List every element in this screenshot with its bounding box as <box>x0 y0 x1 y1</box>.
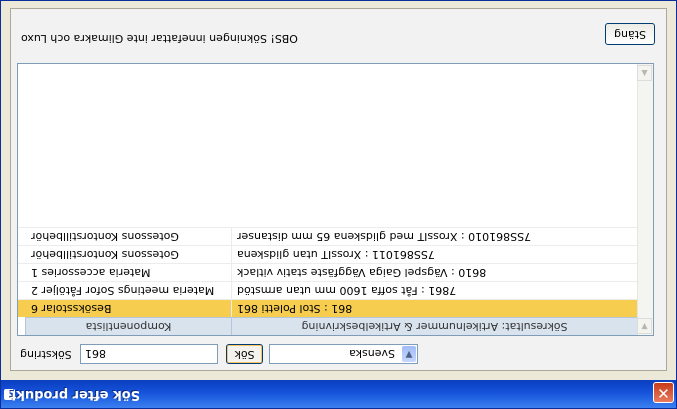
row-component: Materia accessories 1 <box>31 266 151 279</box>
results-grid: ▼ ▲ Sökresultat: Artikelnummer & Artikel… <box>17 63 654 336</box>
search-row: Sökstring 861 Sök Svenska ▼ <box>11 342 666 366</box>
grid-rows: 861 : Stol Poletti 861 Besöksstolar 6 78… <box>18 227 637 317</box>
row-result: 861 : Stol Poletti 861 <box>237 302 353 315</box>
chevron-down-icon[interactable]: ▼ <box>402 346 416 362</box>
search-button-label: Sök <box>234 348 255 361</box>
column-header-results[interactable]: Sökresultat: Artikelnummer & Artikelbesk… <box>231 317 637 335</box>
row-component: Materia meetings Sofor Fåtöljer 2 <box>31 284 215 297</box>
table-row[interactable]: 7SS861010 : XrossIT med glidskena 65 mm … <box>18 227 637 245</box>
language-select[interactable]: Svenska ▼ <box>269 344 418 364</box>
search-input[interactable]: 861 <box>80 344 218 364</box>
title-bar[interactable]: Sök efter produkt ✕ <box>1 380 676 408</box>
row-result: 8610 : Vägspel Gaiga Väggfäste stativ vi… <box>237 266 487 279</box>
language-select-value: Svenska <box>349 347 395 360</box>
close-window-button[interactable]: ✕ <box>653 382 674 403</box>
close-button-label: Stäng <box>614 28 646 41</box>
vertical-scrollbar[interactable]: ▼ ▲ <box>637 64 653 335</box>
dialog-window: Sök efter produkt ✕ Sökstring 861 Sök Sv… <box>0 0 677 409</box>
row-component: Gotessons Kontorstillbehör <box>31 248 179 261</box>
window-title: Sök efter produkt <box>10 387 140 402</box>
close-icon: ✕ <box>657 384 670 402</box>
search-button[interactable]: Sök <box>226 344 263 364</box>
row-result: 7SS861011 : XrossIT utan glidskena <box>237 248 435 261</box>
status-note: OBS! Sökningen innefattar inte Glimakra … <box>21 32 298 45</box>
scroll-arrow-icon[interactable]: ▲ <box>637 65 652 81</box>
search-input-value: 861 <box>85 347 106 360</box>
table-row[interactable]: 7SS861011 : XrossIT utan glidskena Gotes… <box>18 245 637 263</box>
row-component: Gotessons Kontorstillbehör <box>31 230 179 243</box>
row-component: Besöksstolar 6 <box>31 302 112 315</box>
scroll-arrow-icon[interactable]: ▼ <box>637 318 652 334</box>
column-header-components[interactable]: Komponentlista <box>25 317 231 335</box>
dialog-body: Sökstring 861 Sök Svenska ▼ ▼ ▲ Sökresul… <box>10 8 667 371</box>
table-row[interactable]: 7861 : Fåt soffa 1600 mm utan armstöd Ma… <box>18 281 637 299</box>
row-result: 7861 : Fåt soffa 1600 mm utan armstöd <box>237 284 457 297</box>
search-label: Sökstring <box>20 348 72 361</box>
grid-header: Sökresultat: Artikelnummer & Artikelbesk… <box>18 317 637 335</box>
close-button[interactable]: Stäng <box>605 23 655 45</box>
table-row[interactable]: 861 : Stol Poletti 861 Besöksstolar 6 <box>18 299 637 317</box>
row-result: 7SS861010 : XrossIT med glidskena 65 mm … <box>237 230 532 243</box>
table-row[interactable]: 8610 : Vägspel Gaiga Väggfäste stativ vi… <box>18 263 637 281</box>
